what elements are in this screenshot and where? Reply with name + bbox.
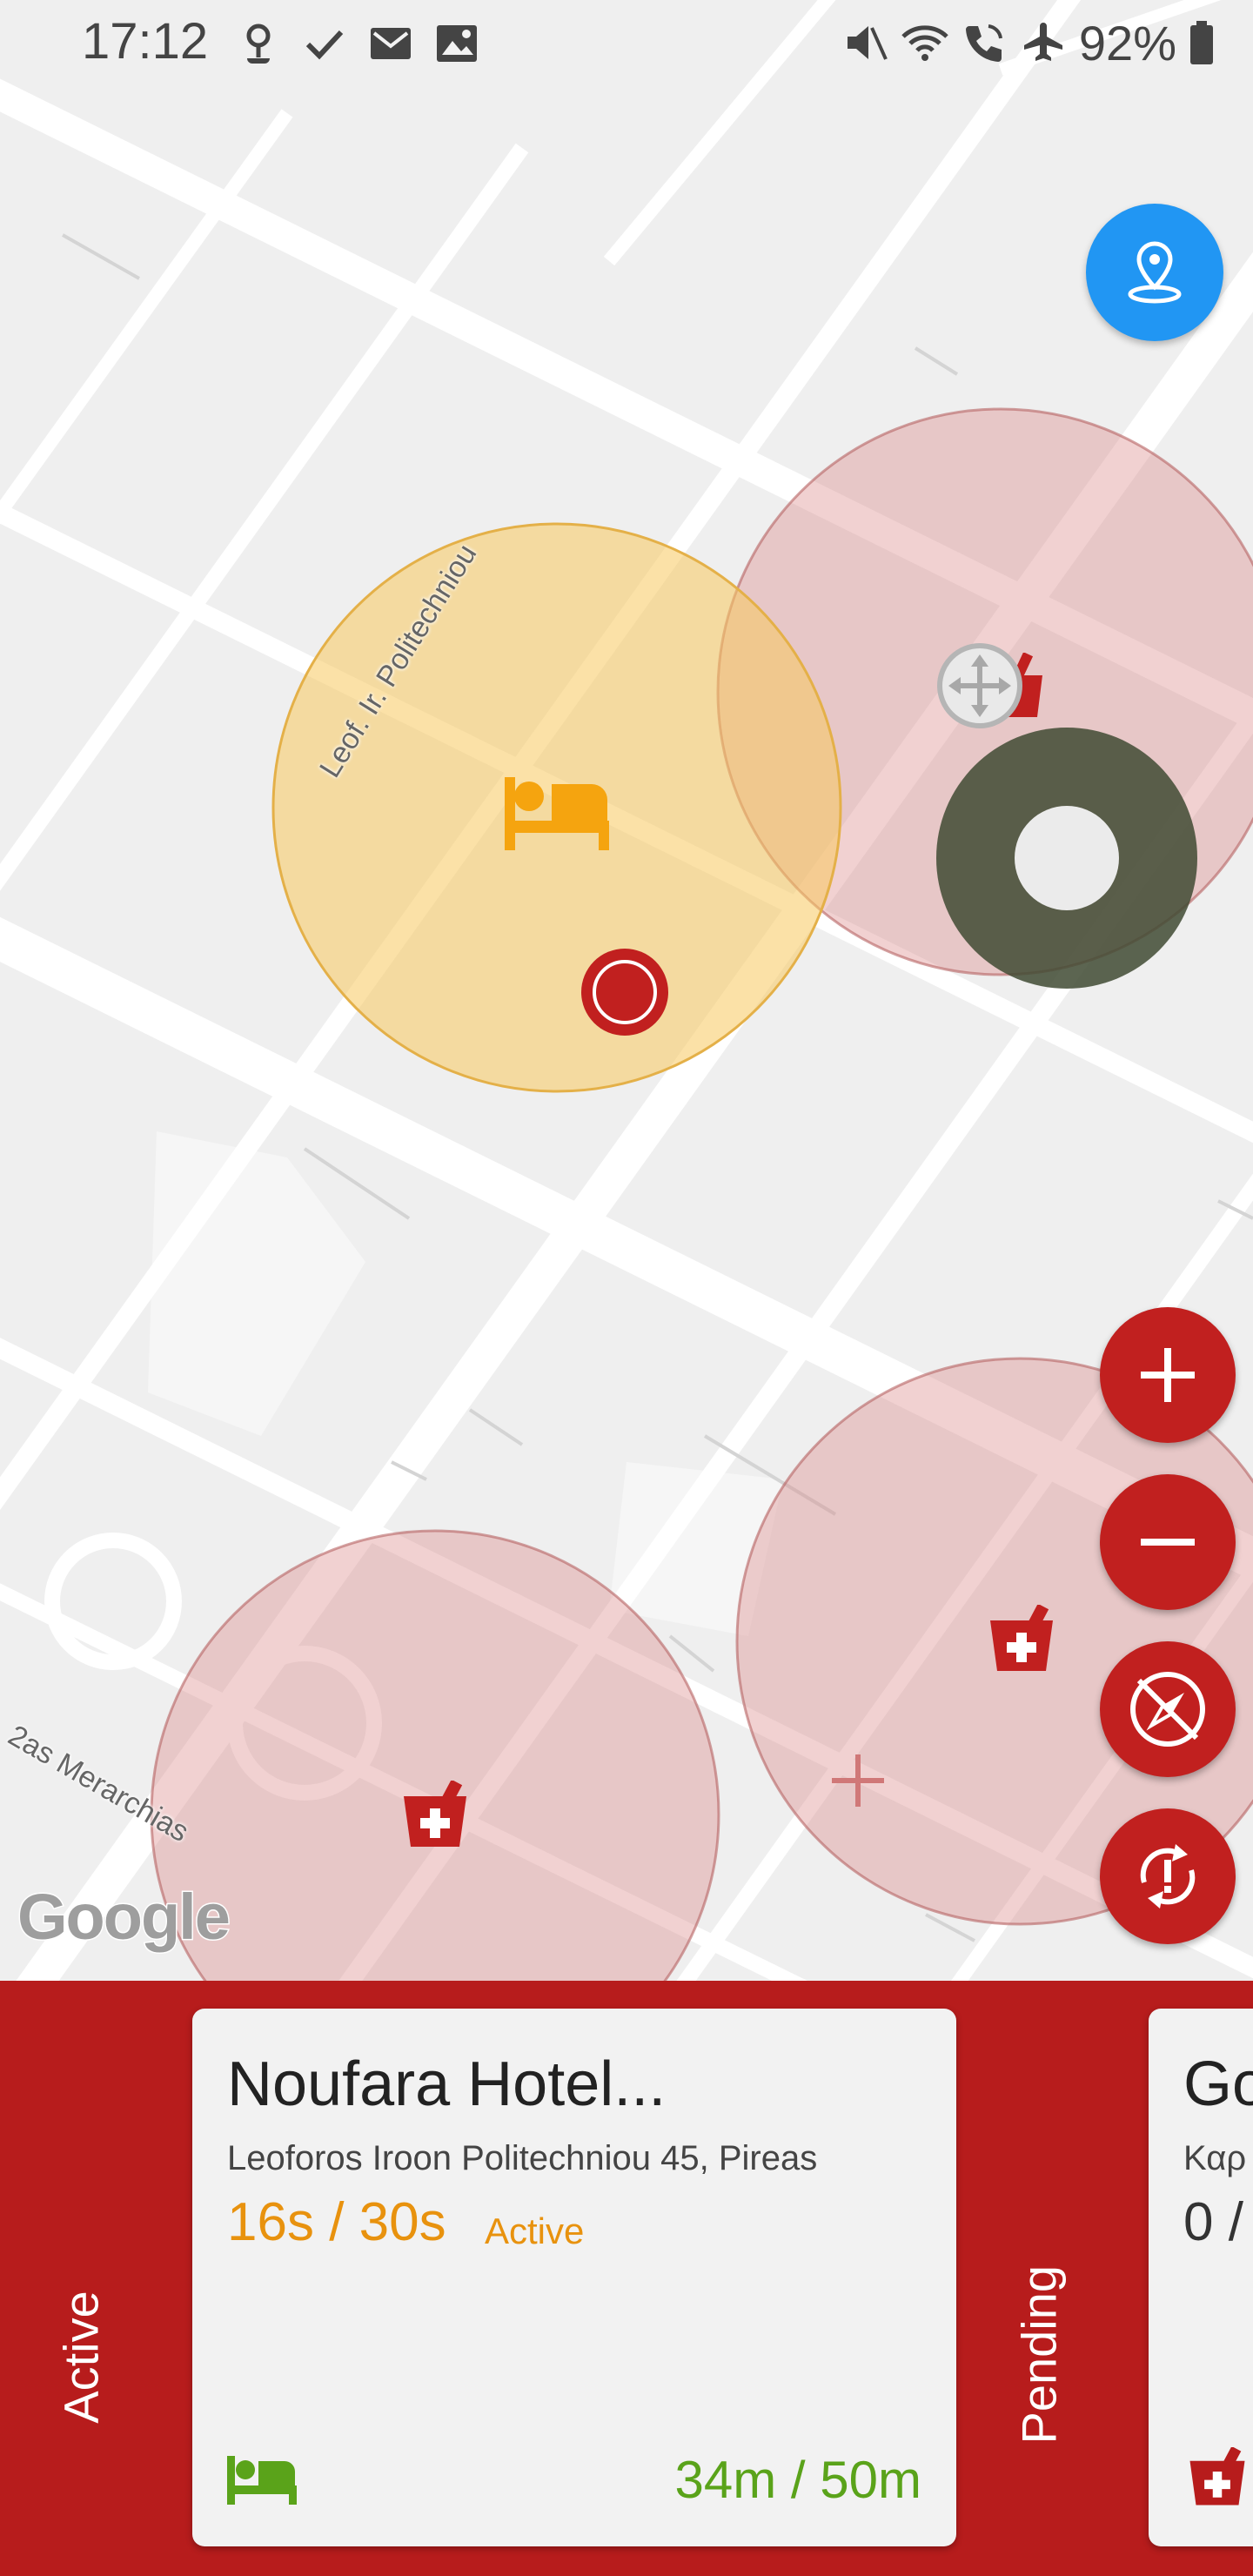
- bed-icon[interactable]: [503, 777, 611, 850]
- status-badge: Active: [485, 2210, 585, 2251]
- wifi-call-icon: [965, 24, 1002, 62]
- check-icon: [305, 30, 344, 60]
- mute-icon: [847, 26, 888, 60]
- map-view[interactable]: Leof. Ir. Politechniou 2as Merarchias Go…: [0, 0, 1253, 1984]
- notification-icons: [235, 19, 480, 68]
- my-location-button[interactable]: [1086, 204, 1223, 341]
- card-title: Noufara Hotel...: [227, 2049, 667, 2119]
- pharmacy-icon[interactable]: [400, 1781, 470, 1850]
- pending-section-label[interactable]: Pending: [1011, 2265, 1068, 2445]
- plus-marker-icon: [832, 1754, 884, 1807]
- wifi-icon: [901, 25, 948, 61]
- zones-panel[interactable]: Active Noufara Hotel... Leoforos Iroon P…: [0, 1981, 1253, 2576]
- card-address: Leoforos Iroon Politechniou 45, Pireas: [227, 2139, 818, 2177]
- pending-zone-card[interactable]: Go Καρ 0 /: [1149, 2009, 1253, 2546]
- pharmacy-icon: [1189, 2447, 1245, 2506]
- zoom-in-button[interactable]: [1100, 1307, 1236, 1443]
- mail-icon: [371, 28, 411, 59]
- battery-icon: [1190, 21, 1213, 64]
- sync-button[interactable]: [1100, 1808, 1236, 1944]
- status-bar: 17:12 92%: [0, 0, 1253, 87]
- bed-icon: [227, 2456, 297, 2505]
- active-zone-card[interactable]: Noufara Hotel... Leoforos Iroon Politech…: [192, 2009, 956, 2546]
- active-section-label[interactable]: Active: [53, 2275, 110, 2440]
- compass-off-icon: [1130, 1672, 1205, 1747]
- card-address: Καρ: [1183, 2139, 1247, 2177]
- location-icon: [1128, 241, 1182, 304]
- status-time: 17:12: [82, 13, 209, 70]
- joystick-icon[interactable]: [936, 728, 1197, 989]
- card-title: Go: [1183, 2049, 1253, 2119]
- system-icons: 92%: [842, 12, 1215, 73]
- sync-alert-icon: [1140, 1844, 1196, 1909]
- location-pin-icon: [246, 23, 271, 64]
- pharmacy-icon[interactable]: [987, 1605, 1056, 1674]
- zoom-out-button[interactable]: [1100, 1474, 1236, 1610]
- image-icon: [437, 25, 477, 62]
- airplane-icon: [1023, 23, 1062, 61]
- card-timer: 0 /: [1183, 2192, 1243, 2252]
- compass-button[interactable]: [1100, 1641, 1236, 1777]
- card-distance: 34m / 50m: [674, 2451, 921, 2509]
- drag-handle-icon[interactable]: [936, 642, 1023, 729]
- user-position-icon: [581, 949, 668, 1036]
- battery-percent: 92%: [1078, 15, 1176, 70]
- card-timer: 16s / 30s: [227, 2192, 446, 2252]
- plus-icon: [1141, 1348, 1195, 1402]
- google-attribution: Google: [17, 1880, 232, 1955]
- minus-icon: [1141, 1539, 1195, 1546]
